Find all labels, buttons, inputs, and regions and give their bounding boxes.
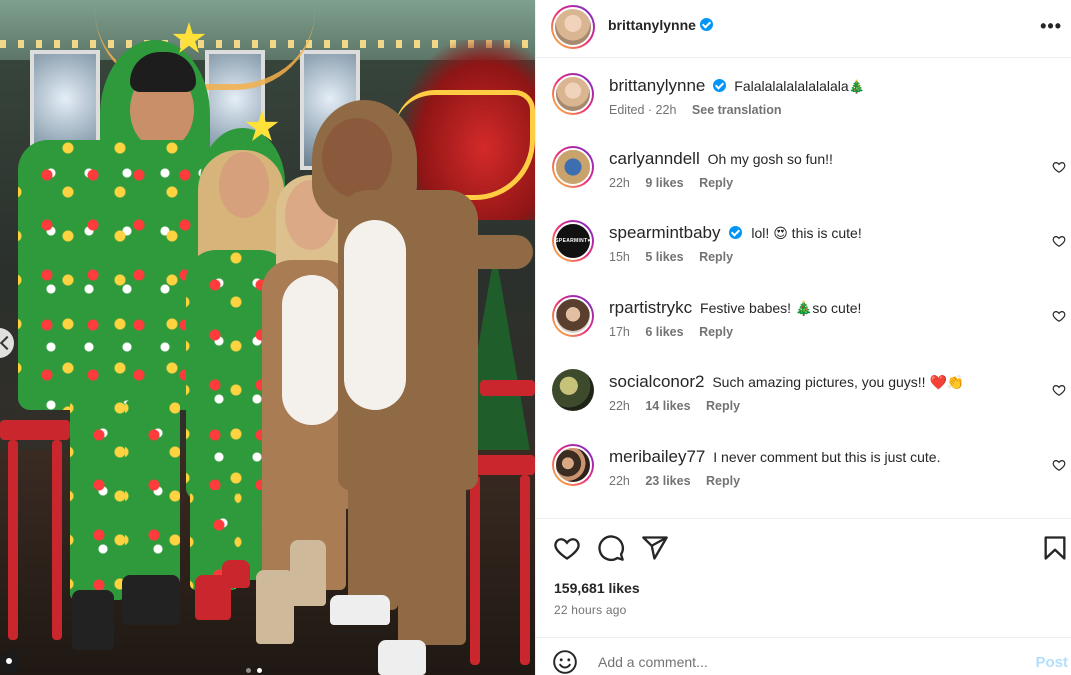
comment-avatar[interactable] xyxy=(552,444,594,486)
photo-stool xyxy=(470,475,480,665)
carousel-dot-active xyxy=(257,668,262,673)
reply-button[interactable]: Reply xyxy=(699,325,733,339)
comment-like-heart-icon[interactable] xyxy=(1052,458,1066,472)
comment-likes[interactable]: 9 likes xyxy=(645,176,683,190)
more-options-icon[interactable]: ••• xyxy=(1040,16,1062,37)
author-avatar[interactable] xyxy=(551,5,595,49)
comment-avatar[interactable] xyxy=(552,369,594,411)
user-tags-icon[interactable] xyxy=(0,650,20,674)
comment-text: Oh my gosh so fun!! xyxy=(707,151,833,167)
photo-stool xyxy=(520,475,530,665)
caption-edited: Edited · 22h xyxy=(609,103,677,117)
spearmint-logo: SPEARMINT♥ xyxy=(555,238,591,244)
photo-stool xyxy=(480,380,535,396)
reply-button[interactable]: Reply xyxy=(706,399,740,413)
comment-time: 22h xyxy=(609,399,630,413)
comment-username[interactable]: carlyanndell xyxy=(609,149,700,168)
comment-username[interactable]: meribailey77 xyxy=(609,447,705,466)
share-send-icon[interactable] xyxy=(641,534,669,562)
comments-list: brittanylynne Falalalalalalalalala🎄 Edit… xyxy=(536,59,1071,519)
reply-button[interactable]: Reply xyxy=(699,176,733,190)
verified-badge-icon xyxy=(728,226,742,239)
comment-likes[interactable]: 5 likes xyxy=(645,250,683,264)
comment-likes[interactable]: 23 likes xyxy=(645,474,690,488)
verified-badge-icon xyxy=(699,18,713,31)
comment-avatar[interactable]: SPEARMINT♥ xyxy=(552,220,594,262)
comment-bubble-icon[interactable] xyxy=(597,534,625,562)
comment-like-heart-icon[interactable] xyxy=(1052,309,1066,323)
carousel-prev-button[interactable] xyxy=(0,328,14,358)
comment-avatar[interactable] xyxy=(552,295,594,337)
reply-button[interactable]: Reply xyxy=(706,474,740,488)
comment-like-heart-icon[interactable] xyxy=(1052,383,1066,397)
comment-text: Such amazing pictures, you guys!! ❤️👏 xyxy=(712,374,965,390)
comment-text: lol! 😍 this is cute! xyxy=(751,225,862,241)
carousel-indicator xyxy=(246,668,262,673)
see-translation-link[interactable]: See translation xyxy=(692,103,782,117)
photo-stool xyxy=(8,440,18,640)
comment-avatar[interactable] xyxy=(552,146,594,188)
comment-text: I never comment but this is just cute. xyxy=(713,449,941,465)
comment-time: 22h xyxy=(609,474,630,488)
comment-composer: Post xyxy=(536,637,1071,675)
caption-username[interactable]: brittanylynne xyxy=(609,76,705,95)
post-panel: brittanylynne ••• brittanylynne Falalala… xyxy=(535,0,1071,675)
save-bookmark-icon[interactable] xyxy=(1041,534,1069,562)
author-username[interactable]: brittanylynne xyxy=(608,17,696,33)
photo-stool xyxy=(52,440,62,640)
comment-username[interactable]: rpartistrykc xyxy=(609,298,692,317)
post-header: brittanylynne ••• xyxy=(536,0,1071,58)
verified-badge-icon xyxy=(713,79,727,92)
comment-username[interactable]: spearmintbaby xyxy=(609,223,721,242)
tree-emoji: 🎄 xyxy=(848,79,865,94)
comment-likes[interactable]: 14 likes xyxy=(645,399,690,413)
photo-stool xyxy=(0,420,70,440)
comment-time: 22h xyxy=(609,176,630,190)
comment-time: 17h xyxy=(609,325,630,339)
comment-time: 15h xyxy=(609,250,630,264)
action-bar xyxy=(536,520,1071,580)
comment-like-heart-icon[interactable] xyxy=(1052,234,1066,248)
post-photo[interactable] xyxy=(0,0,535,675)
emoji-picker-icon[interactable] xyxy=(552,649,578,675)
likes-count[interactable]: 159,681 likes xyxy=(554,580,640,596)
carousel-dot xyxy=(246,668,251,673)
comment-likes[interactable]: 6 likes xyxy=(645,325,683,339)
reply-button[interactable]: Reply xyxy=(699,250,733,264)
comment-input[interactable] xyxy=(598,650,998,674)
post-button[interactable]: Post xyxy=(1035,654,1068,671)
caption-avatar[interactable] xyxy=(552,73,594,115)
comment-like-heart-icon[interactable] xyxy=(1052,160,1066,174)
like-heart-icon[interactable] xyxy=(553,534,581,562)
post-time-ago[interactable]: 22 hours ago xyxy=(554,603,626,617)
caption-text: Falalalalalalalalala xyxy=(734,78,849,94)
comment-username[interactable]: socialconor2 xyxy=(609,372,704,391)
comment-text: Festive babes! 🎄so cute! xyxy=(700,300,862,316)
